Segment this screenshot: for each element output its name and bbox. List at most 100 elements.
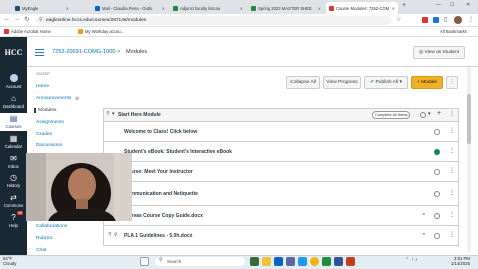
excel-icon[interactable]	[322, 257, 331, 266]
unpublished-icon[interactable]	[434, 213, 440, 219]
sidepanel-icon[interactable]: ▯	[444, 16, 447, 23]
taskbar-search[interactable]: Search	[155, 257, 245, 266]
site-info-icon[interactable]: ⚲	[39, 17, 43, 23]
close-window-icon[interactable]: ✕	[466, 2, 470, 8]
unpublished-icon[interactable]	[434, 191, 440, 197]
weather-desc: Cloudy	[3, 261, 17, 266]
course-nav-collaborations[interactable]: Collaborations	[36, 224, 67, 229]
file-explorer-icon[interactable]	[262, 257, 271, 266]
extension-icon[interactable]	[433, 17, 439, 23]
item-menu-icon[interactable]: ⋮	[449, 147, 455, 154]
list-item[interactable]: Course: Meet Your Instructor ⋮	[103, 162, 459, 182]
nav-calendar[interactable]: ▦ Calendar	[0, 134, 27, 149]
chrome-icon[interactable]	[310, 257, 319, 266]
tab-adjunct[interactable]: Adjunct faculty listcou ✕	[170, 2, 246, 14]
outlook-icon[interactable]	[274, 257, 283, 266]
url-field[interactable]: eagleonline.hccs.edu/courses/287146/modu…	[36, 16, 392, 25]
list-item[interactable]: Communication and Netiquette ⋮	[103, 182, 459, 206]
add-item-icon[interactable]: +	[437, 110, 441, 117]
item-menu-icon[interactable]: ⋮	[449, 127, 455, 134]
course-nav-chat[interactable]: Chat	[36, 248, 46, 253]
teams-icon[interactable]	[286, 257, 295, 266]
unpublished-icon[interactable]	[434, 129, 440, 135]
browser-menu-icon[interactable]: ⋮	[468, 16, 474, 23]
collapse-icon[interactable]: ▾	[112, 111, 115, 117]
tab-myeagle[interactable]: MyEagle ✕	[12, 2, 72, 14]
bookmark-workday[interactable]: My Workday accou...	[78, 29, 124, 34]
published-icon[interactable]	[434, 149, 440, 155]
course-nav-grades[interactable]: Grades	[36, 132, 52, 137]
list-item[interactable]: ⠿ ⚲ Canvas Course Copy Guide.docx ◓ ⋮	[103, 206, 459, 226]
close-icon[interactable]: ✕	[392, 6, 395, 11]
nav-dashboard[interactable]: ⌂ Dashboard	[0, 94, 27, 109]
nav-history[interactable]: ◷ History	[0, 173, 27, 188]
view-as-student-button[interactable]: ◎ View as Student	[413, 46, 465, 59]
drag-handle-icon[interactable]: ⠿	[106, 111, 110, 117]
nav-account[interactable]: Account	[0, 74, 27, 89]
back-icon[interactable]: ←	[3, 16, 11, 22]
list-item[interactable]: Student's eBook: Student's Interactive e…	[103, 142, 459, 162]
course-nav-home[interactable]: Home	[36, 84, 49, 89]
all-bookmarks[interactable]: All Bookmarks	[440, 29, 467, 34]
add-module-button[interactable]: + Module	[411, 76, 443, 89]
maximize-icon[interactable]: ☐	[450, 2, 454, 8]
view-progress-button[interactable]: View Progress	[323, 76, 361, 89]
tab-favicon	[251, 5, 256, 11]
list-item[interactable]: ⠿ ⚲ PLA 1 Guidelines - 5.0h.docx ◓ ⋮	[103, 226, 459, 246]
item-menu-icon[interactable]: ⋮	[449, 167, 455, 174]
visibility-partial-icon[interactable]: ◓	[422, 232, 426, 238]
course-nav-rubrics[interactable]: Rubrics	[36, 236, 53, 241]
scrollbar-thumb[interactable]	[467, 94, 471, 144]
chevron-down-icon[interactable]: ▾	[428, 111, 431, 117]
unpublished-icon[interactable]	[434, 169, 440, 175]
word-icon[interactable]	[334, 257, 343, 266]
hamburger-menu-icon[interactable]	[35, 49, 44, 56]
item-menu-icon[interactable]: ⋮	[449, 231, 455, 238]
close-icon[interactable]: ✕	[318, 6, 321, 11]
module-menu-icon[interactable]: ⋮	[449, 110, 455, 117]
new-tab-button[interactable]: +	[402, 2, 406, 9]
bookmark-adobe[interactable]: Adobe Acrobat Home	[4, 29, 51, 34]
taskbar-app-icon[interactable]	[250, 257, 259, 266]
close-icon[interactable]: ✕	[66, 6, 69, 11]
visibility-partial-icon[interactable]: ◓	[422, 212, 426, 218]
item-menu-icon[interactable]: ⋮	[449, 211, 455, 218]
drag-handle-icon[interactable]: ⠿	[108, 232, 112, 238]
more-options-button[interactable]: ⋮	[446, 76, 458, 89]
nav-help[interactable]: ? Help	[0, 213, 27, 228]
minimize-icon[interactable]: —	[436, 2, 441, 8]
course-nav-announcements[interactable]: Announcements	[36, 96, 71, 101]
weather-widget[interactable]: 54°F Cloudy	[3, 256, 16, 266]
nav-commons[interactable]: ⇄ Commons	[0, 193, 27, 208]
clock[interactable]: 3:51 PM 1/14/2025	[440, 256, 470, 266]
workday-icon	[78, 29, 83, 34]
star-icon[interactable]: ☆	[396, 16, 401, 23]
unpublished-icon[interactable]	[434, 233, 440, 239]
list-item[interactable]: Welcome to Class! Click below ⋮	[103, 122, 459, 142]
close-icon[interactable]: ✕	[240, 6, 243, 11]
close-icon[interactable]: ✕	[162, 6, 165, 11]
edge-icon[interactable]	[298, 257, 307, 266]
windows-start-icon[interactable]	[140, 257, 149, 266]
tab-outlook[interactable]: Mail - Claudia.Pena - Outlo ✕	[92, 2, 168, 14]
profile-avatar[interactable]	[454, 16, 462, 24]
course-nav-modules[interactable]: Modules	[34, 108, 57, 113]
unpublished-icon[interactable]	[420, 112, 426, 118]
course-nav-assignments[interactable]: Assignments	[36, 120, 64, 125]
collapse-all-button[interactable]: Collapse All	[286, 76, 320, 89]
nav-inbox[interactable]: ✉ Inbox	[0, 154, 27, 169]
hcc-logo[interactable]: HCC	[2, 48, 25, 57]
publish-all-button[interactable]: ✔ Publish All ▾	[364, 76, 408, 89]
nav-courses[interactable]: ▤ Courses	[0, 113, 27, 131]
tab-master-sheet[interactable]: Spring 2023 MASTER SHEE ✕	[248, 2, 324, 14]
system-tray-icons[interactable]: ⌃ ◔ ♪	[405, 257, 418, 263]
webcam-video-overlay[interactable]	[26, 153, 132, 221]
tab-course-modules[interactable]: Course Modules: 7252-COM ✕	[326, 2, 398, 14]
forward-icon[interactable]: →	[13, 16, 21, 22]
item-menu-icon[interactable]: ⋮	[449, 189, 455, 196]
breadcrumb-course[interactable]: 7252-20691-COMG-1000	[52, 49, 115, 55]
powerpoint-icon[interactable]	[346, 257, 355, 266]
reload-icon[interactable]: ↻	[23, 16, 31, 23]
acrobat-extension-icon[interactable]	[422, 17, 428, 23]
course-nav-discussions[interactable]: Discussions	[36, 143, 62, 148]
